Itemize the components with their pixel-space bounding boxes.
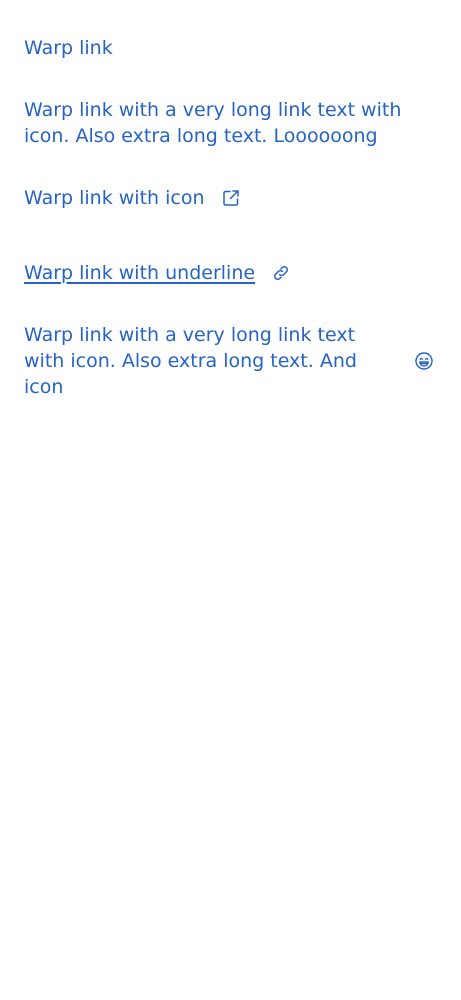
warp-link-with-underline-text: Warp link with underline: [24, 262, 256, 284]
grinning-face-icon: [414, 351, 434, 371]
link-chain-icon: [271, 263, 291, 283]
warp-link-long[interactable]: Warp link with a very long link text wit…: [24, 97, 444, 149]
external-link-icon: [221, 188, 241, 208]
warp-link[interactable]: Warp link: [24, 35, 113, 61]
warp-link-text: Warp link: [24, 37, 113, 59]
warp-link-long-text: Warp link with a very long link text wit…: [24, 99, 402, 147]
warp-link-with-icon-text: Warp link with icon: [24, 187, 205, 209]
warp-link-with-icon[interactable]: Warp link with icon: [24, 185, 241, 211]
warp-link-long-with-icon[interactable]: Warp link with a very long link text wit…: [24, 322, 434, 400]
warp-link-with-underline[interactable]: Warp link with underline: [24, 260, 291, 286]
warp-link-long-with-icon-text: Warp link with a very long link text wit…: [24, 324, 357, 398]
